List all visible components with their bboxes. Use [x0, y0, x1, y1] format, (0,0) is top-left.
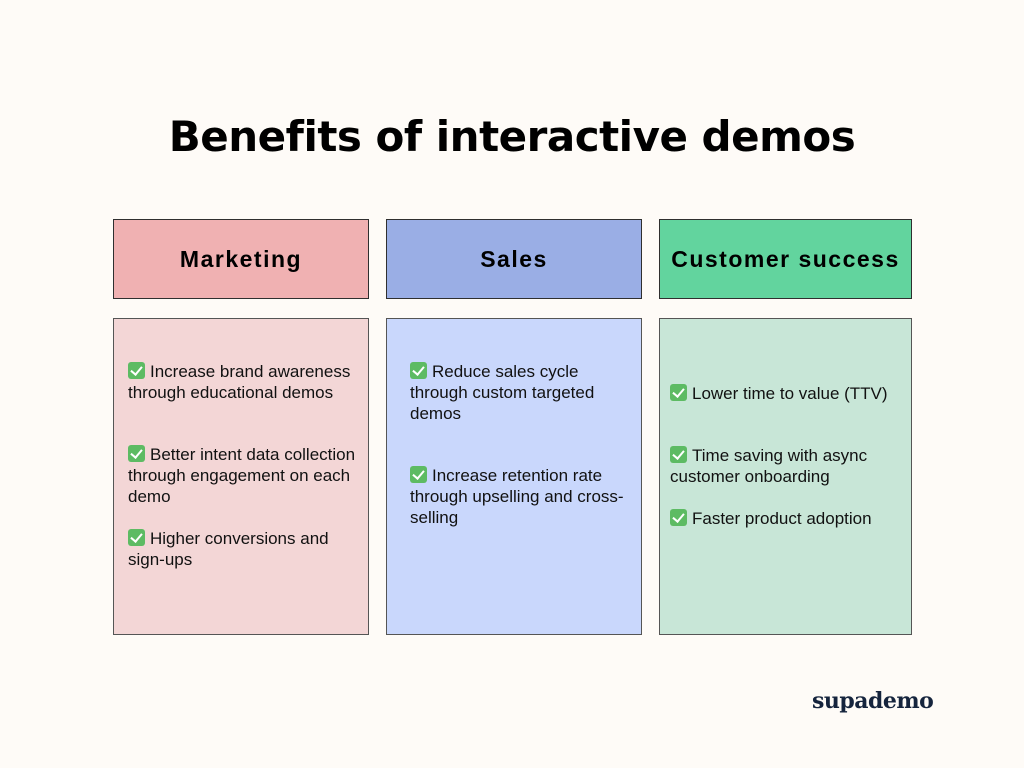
- item-text: Reduce sales cycle through custom target…: [410, 362, 595, 423]
- list-item: Better intent data collection through en…: [128, 444, 363, 507]
- item-text: Increase brand awareness through educati…: [128, 362, 351, 402]
- check-icon: [670, 384, 687, 401]
- item-text: Time saving with async customer onboardi…: [670, 446, 868, 486]
- check-icon: [670, 509, 687, 526]
- check-icon: [410, 362, 427, 379]
- check-icon: [128, 445, 145, 462]
- page-title: Benefits of interactive demos: [168, 112, 856, 161]
- brand-logo: supademo: [812, 688, 934, 714]
- panel-customer-success: Lower time to value (TTV) Time saving wi…: [659, 318, 912, 635]
- list-item: Lower time to value (TTV): [670, 383, 902, 404]
- item-text: Lower time to value (TTV): [692, 384, 888, 403]
- header-customer-success: Customer success: [659, 219, 912, 299]
- list-item: Higher conversions and sign-ups: [128, 528, 363, 570]
- header-sales: Sales: [386, 219, 642, 299]
- item-text: Faster product adoption: [692, 509, 872, 528]
- panel-sales: Reduce sales cycle through custom target…: [386, 318, 642, 635]
- item-text: Increase retention rate through upsellin…: [410, 466, 624, 527]
- panel-marketing: Increase brand awareness through educati…: [113, 318, 369, 635]
- check-icon: [128, 529, 145, 546]
- list-item: Time saving with async customer onboardi…: [670, 445, 902, 487]
- list-item: Reduce sales cycle through custom target…: [410, 361, 632, 424]
- item-text: Higher conversions and sign-ups: [128, 529, 329, 569]
- item-text: Better intent data collection through en…: [128, 445, 356, 506]
- check-icon: [410, 466, 427, 483]
- check-icon: [670, 446, 687, 463]
- header-marketing: Marketing: [113, 219, 369, 299]
- list-item: Faster product adoption: [670, 508, 902, 529]
- list-item: Increase brand awareness through educati…: [128, 361, 363, 403]
- list-item: Increase retention rate through upsellin…: [410, 465, 632, 528]
- check-icon: [128, 362, 145, 379]
